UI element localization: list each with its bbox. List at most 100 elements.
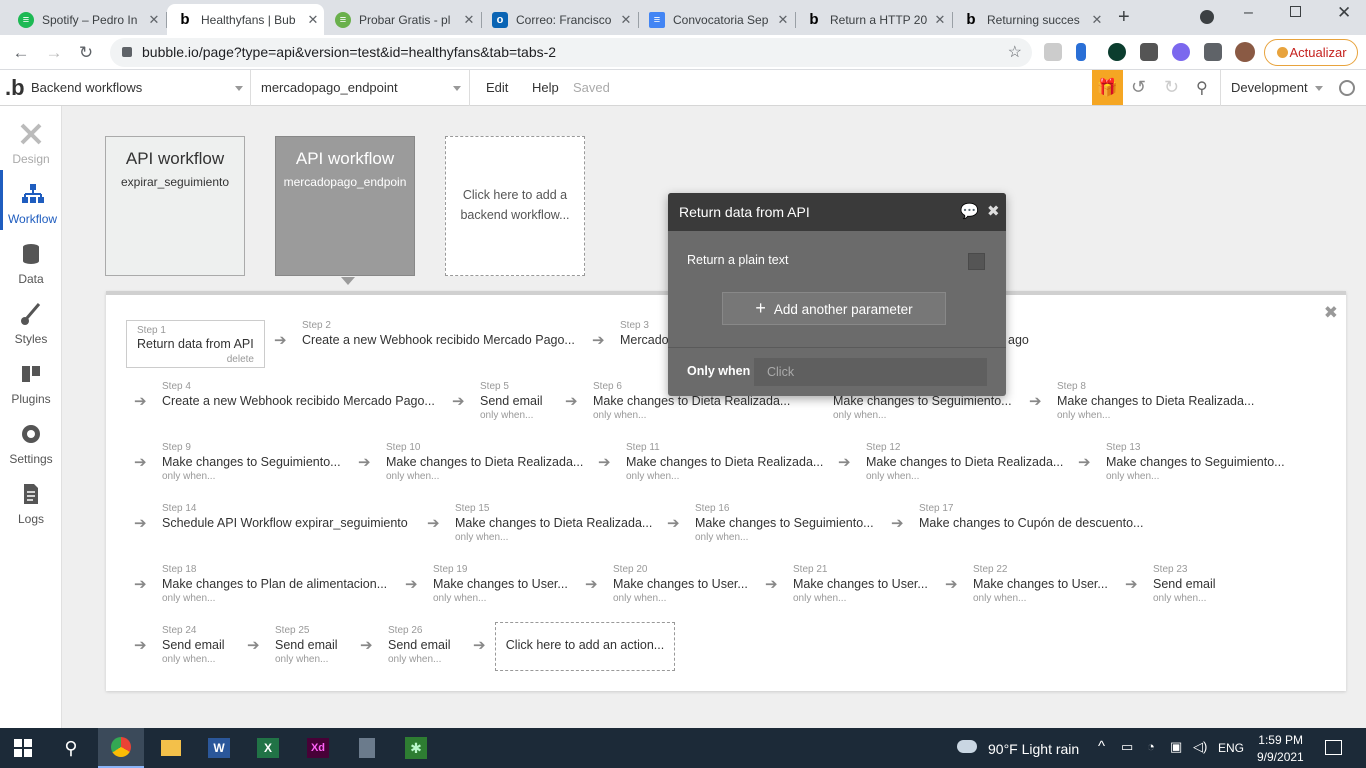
close-icon[interactable]: ✕ <box>772 12 794 28</box>
sidebar-item-styles[interactable]: Styles <box>0 290 62 350</box>
step-16[interactable]: Step 16 Make changes to Seguimiento... onl… <box>695 503 874 545</box>
window-close-icon[interactable]: ✕ <box>1337 3 1351 23</box>
step-17[interactable]: Step 17 Make changes to Cupón de descuent… <box>919 503 1143 531</box>
step-3[interactable]: Step 3 Mercado <box>620 320 669 348</box>
step-13[interactable]: Step 13 Make changes to Seguimiento... onl… <box>1106 442 1285 484</box>
endpoint-select[interactable]: mercadopago_endpoint <box>252 70 470 106</box>
close-icon[interactable]: ✖ <box>1324 303 1338 323</box>
add-backend-workflow-card[interactable]: Click here to add a backend workflow... <box>445 136 585 276</box>
workflow-section-select[interactable]: Backend workflows <box>25 70 251 106</box>
url-input[interactable]: bubble.io/page?type=api&version=test&id=… <box>110 38 1032 67</box>
back-icon[interactable]: ← <box>10 42 32 64</box>
close-icon[interactable]: ✕ <box>458 12 480 28</box>
step-26[interactable]: Step 26 Send email only when... <box>388 625 451 667</box>
notifications-icon[interactable] <box>1325 740 1342 755</box>
extension-icon[interactable] <box>1076 43 1086 61</box>
extension-icon[interactable] <box>1044 43 1062 61</box>
browser-tab-probar[interactable]: ≡ Probar Gratis - pl ✕ <box>325 4 480 35</box>
search-icon[interactable]: ⚲ <box>1196 78 1208 98</box>
step-5[interactable]: Step 5 Send email only when... <box>480 381 543 423</box>
plain-text-checkbox[interactable] <box>968 253 985 270</box>
wifi-icon[interactable]: ◔ <box>1147 739 1155 754</box>
api-workflow-card[interactable]: API workflow expirar_seguimiento <box>105 136 245 276</box>
step-8[interactable]: Step 8 Make changes to Dieta Realizada...… <box>1057 381 1254 423</box>
forward-icon[interactable]: → <box>43 42 65 64</box>
sidebar-item-plugins[interactable]: Plugins <box>0 350 62 410</box>
avatar[interactable] <box>1235 42 1255 62</box>
step-partial[interactable]: ago <box>1008 320 1029 348</box>
gift-icon[interactable]: 🎁 <box>1092 70 1123 105</box>
step-25[interactable]: Step 25 Send email only when... <box>275 625 338 667</box>
redo-icon[interactable]: ↻ <box>1164 77 1179 98</box>
api-workflow-card-selected[interactable]: API workflow mercadopago_endpoin <box>275 136 415 276</box>
step-14[interactable]: Step 14 Schedule API Workflow expirar_seg… <box>162 503 408 531</box>
browser-tab-returning[interactable]: b Returning succes ✕ <box>953 4 1108 35</box>
adobe-xd-icon[interactable]: Xd <box>295 728 341 768</box>
step-22[interactable]: Step 22 Make changes to User... only when.… <box>973 564 1108 606</box>
step-11[interactable]: Step 11 Make changes to Dieta Realizada..… <box>626 442 823 484</box>
step-12[interactable]: Step 12 Make changes to Dieta Realizada..… <box>866 442 1063 484</box>
extension-icon[interactable] <box>1140 43 1158 61</box>
close-icon[interactable]: ✕ <box>1086 12 1108 28</box>
clock-time[interactable]: 1:59 PM <box>1257 733 1303 747</box>
close-icon[interactable]: ✕ <box>143 12 165 28</box>
excel-icon[interactable]: X <box>245 728 291 768</box>
sidebar-item-data[interactable]: Data <box>0 230 62 290</box>
close-icon[interactable]: ✕ <box>302 12 324 28</box>
weather-text[interactable]: 90°F Light rain <box>988 741 1079 757</box>
chevron-up-icon[interactable]: ^ <box>1098 738 1105 755</box>
browser-tab-return-http[interactable]: b Return a HTTP 20 ✕ <box>796 4 951 35</box>
step-24[interactable]: Step 24 Send email only when... <box>162 625 225 667</box>
battery-icon[interactable]: ▭ <box>1121 739 1133 755</box>
step-4[interactable]: Step 4 Create a new Webhook recibido Merc… <box>162 381 435 409</box>
bookmark-star-icon[interactable]: ☆ <box>1008 38 1022 67</box>
browser-tab-healthyfans[interactable]: b Healthyfans | Bub ✕ <box>167 4 324 35</box>
browser-tab-correo[interactable]: o Correo: Francisco ✕ <box>482 4 637 35</box>
new-tab-icon[interactable]: + <box>1118 6 1130 29</box>
sidebar-item-logs[interactable]: Logs <box>0 470 62 530</box>
environment-select[interactable]: Development <box>1220 70 1332 106</box>
undo-icon[interactable]: ↺ <box>1131 77 1146 98</box>
step-2[interactable]: Step 2 Create a new Webhook recibido Merc… <box>302 320 575 348</box>
language-indicator[interactable]: ENG <box>1218 741 1244 755</box>
word-icon[interactable]: W <box>196 728 242 768</box>
extensions-puzzle-icon[interactable] <box>1204 43 1222 61</box>
step-1[interactable]: Step 1 Return data from API delete <box>126 320 265 368</box>
minimize-icon[interactable]: – <box>1244 4 1253 22</box>
browser-tab-convocatoria[interactable]: ≡ Convocatoria Sep ✕ <box>639 4 794 35</box>
step-23[interactable]: Step 23 Send email only when... <box>1153 564 1216 606</box>
monitor-icon[interactable]: ▣ <box>1170 739 1182 755</box>
step-21[interactable]: Step 21 Make changes to User... only when.… <box>793 564 928 606</box>
step-20[interactable]: Step 20 Make changes to User... only when.… <box>613 564 748 606</box>
chrome-taskbar-icon[interactable] <box>98 728 144 768</box>
browser-tab-spotify[interactable]: ≡ Spotify – Pedro In ✕ <box>8 4 165 35</box>
file-explorer-icon[interactable] <box>148 728 194 768</box>
sidebar-item-design[interactable]: Design <box>0 110 62 170</box>
volume-icon[interactable]: ◁) <box>1193 739 1207 755</box>
sidebar-item-workflow[interactable]: Workflow <box>0 170 62 230</box>
step-19[interactable]: Step 19 Make changes to User... only when.… <box>433 564 568 606</box>
add-action-button[interactable]: Click here to add an action... <box>495 622 675 671</box>
reload-icon[interactable]: ↻ <box>75 42 97 64</box>
restore-icon[interactable] <box>1290 6 1301 17</box>
update-button[interactable]: Actualizar <box>1264 39 1358 66</box>
step-15[interactable]: Step 15 Make changes to Dieta Realizada..… <box>455 503 652 545</box>
user-account-icon[interactable] <box>1339 80 1355 96</box>
windows-start-icon[interactable] <box>0 728 46 768</box>
step-10[interactable]: Step 10 Make changes to Dieta Realizada..… <box>386 442 583 484</box>
close-icon[interactable]: ✕ <box>615 12 637 28</box>
step-9[interactable]: Step 9 Make changes to Seguimiento... only… <box>162 442 341 484</box>
app-icon[interactable]: ✱ <box>393 728 439 768</box>
delete-step-link[interactable]: delete <box>227 354 254 365</box>
bubble-logo-icon[interactable]: .b <box>5 75 25 101</box>
search-icon[interactable]: ⚲ <box>48 728 94 768</box>
close-icon[interactable]: ✕ <box>929 12 951 28</box>
tab-search-icon[interactable] <box>1200 10 1214 24</box>
extension-icon[interactable] <box>1108 43 1126 61</box>
step-18[interactable]: Step 18 Make changes to Plan de alimentac… <box>162 564 387 606</box>
clock-date[interactable]: 9/9/2021 <box>1257 750 1304 764</box>
only-when-input[interactable]: Click <box>754 358 987 386</box>
extension-icon[interactable] <box>1172 43 1190 61</box>
sidebar-item-settings[interactable]: Settings <box>0 410 62 470</box>
calculator-icon[interactable] <box>344 728 390 768</box>
